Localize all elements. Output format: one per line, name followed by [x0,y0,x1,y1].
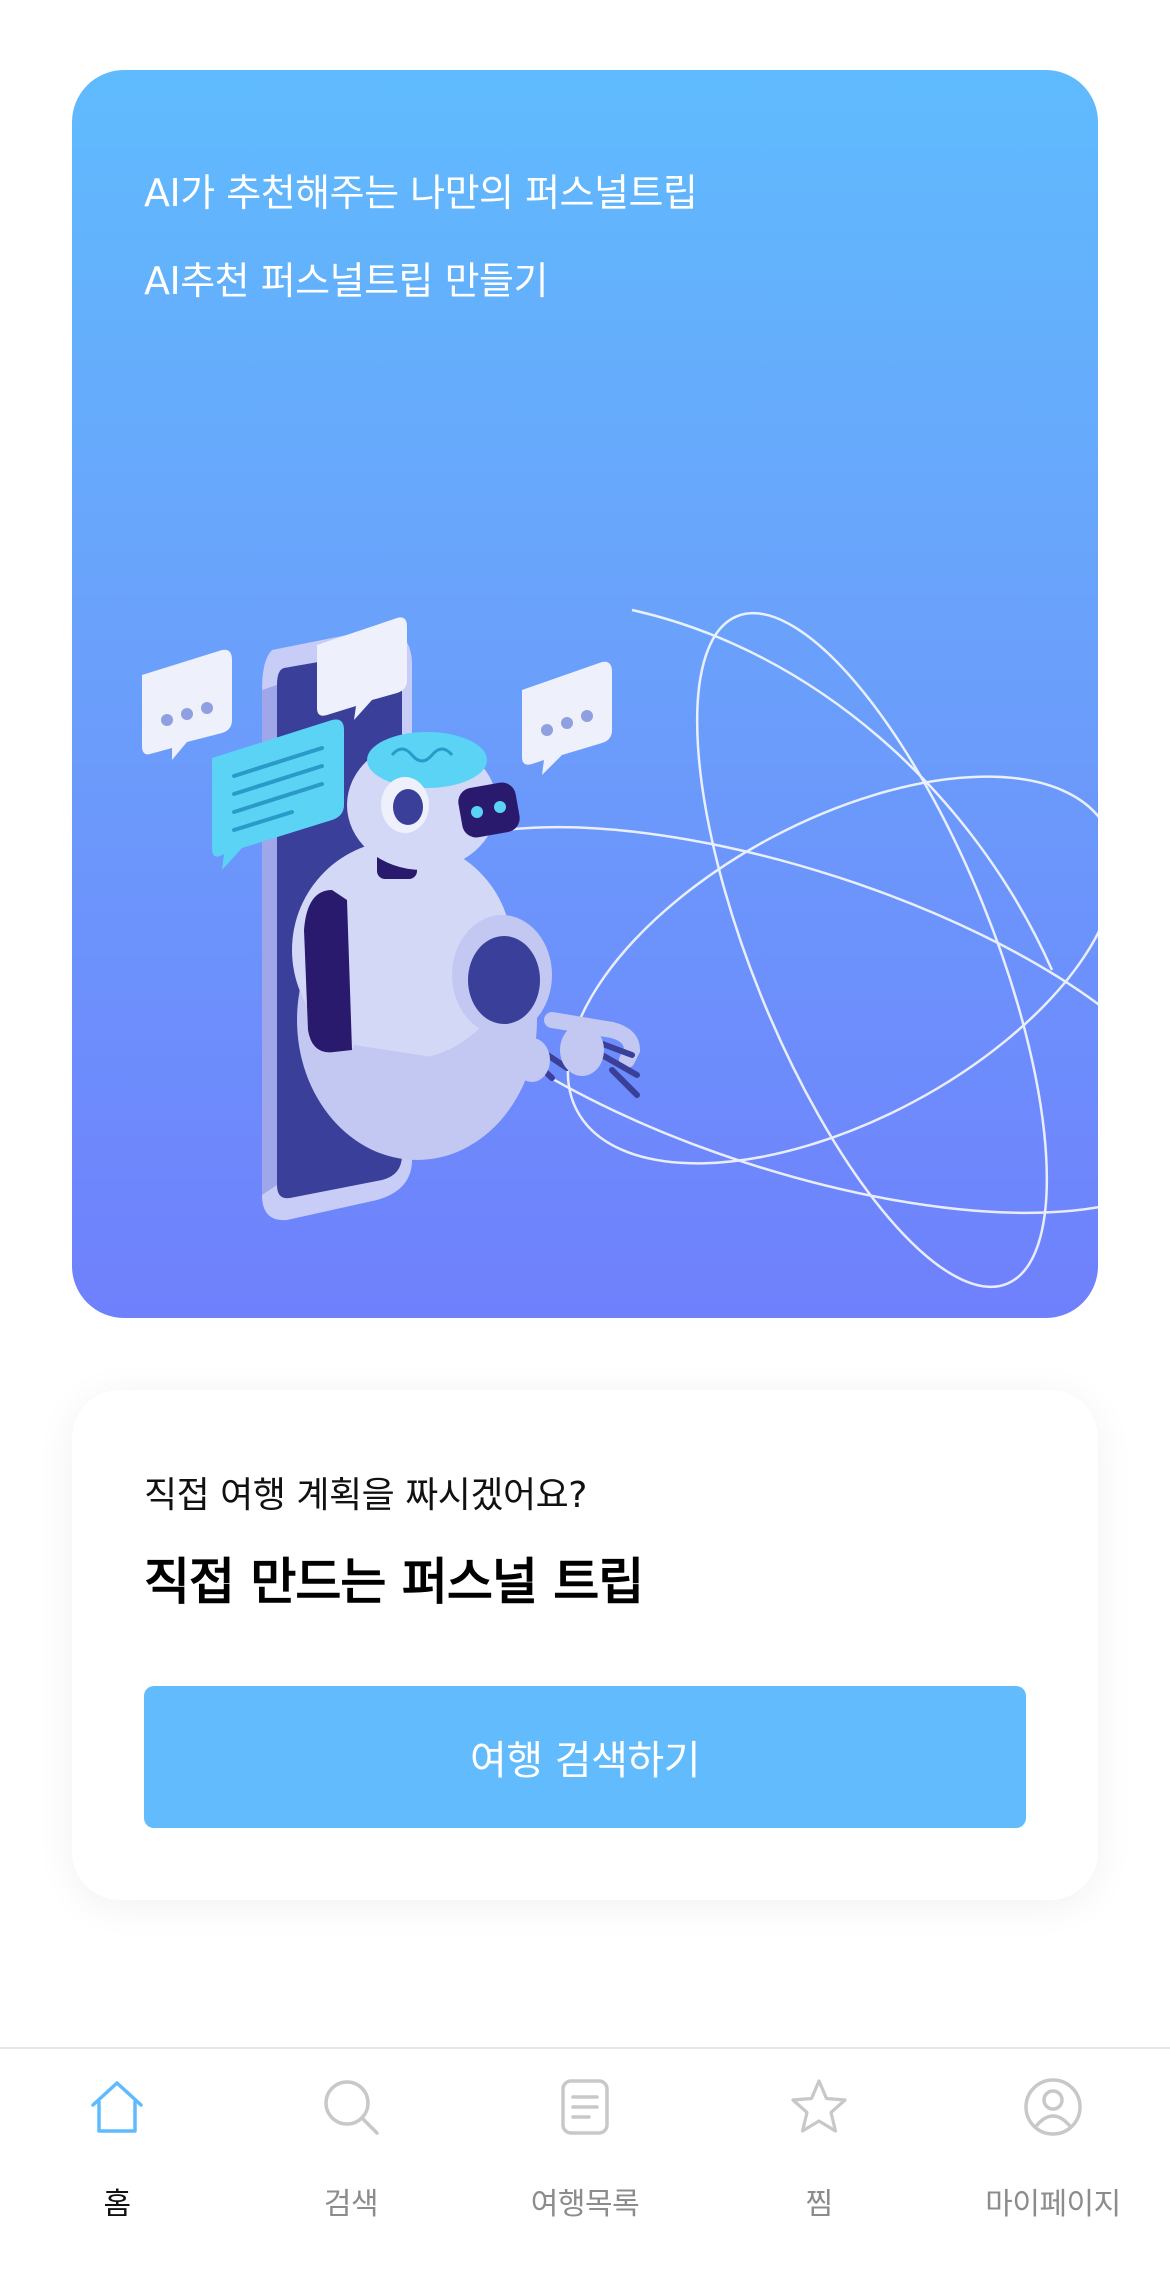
nav-label-favorites: 찜 [805,2187,833,2222]
nav-item-home[interactable]: 홈 [0,2049,234,2272]
manual-trip-card: 직접 여행 계획을 짜시겠어요? 직접 만드는 퍼스널 트립 여행 검색하기 [72,1390,1098,1900]
ai-robot-illustration [142,608,1098,1289]
nav-item-mypage[interactable]: 마이페이지 [936,2049,1170,2272]
ai-recommend-card[interactable]: AI가 추천해주는 나만의 퍼스널트립 AI추천 퍼스널트립 만들기 [72,70,1098,1318]
search-icon [324,2080,379,2135]
home-icon [91,2081,143,2133]
nav-item-favorites[interactable]: 찜 [702,2049,936,2272]
nav-item-trip-list[interactable]: 여행목록 [468,2049,702,2272]
nav-label-mypage: 마이페이지 [985,2187,1121,2222]
nav-item-search[interactable]: 검색 [234,2049,468,2272]
manual-card-title: 직접 만드는 퍼스널 트립 [144,1553,644,1611]
manual-card-subtitle: 직접 여행 계획을 짜시겠어요? [144,1475,587,1516]
nav-label-home: 홈 [103,2187,131,2222]
travel-search-button[interactable]: 여행 검색하기 [144,1686,1026,1828]
profile-icon [1024,2078,1082,2136]
document-icon [561,2079,609,2135]
nav-label-search: 검색 [323,2187,379,2222]
nav-label-trip-list: 여행목록 [530,2187,640,2222]
bottom-nav: 홈 검색 여행목록 찜 마이페이지 [0,2047,1170,2272]
star-icon [791,2079,847,2133]
